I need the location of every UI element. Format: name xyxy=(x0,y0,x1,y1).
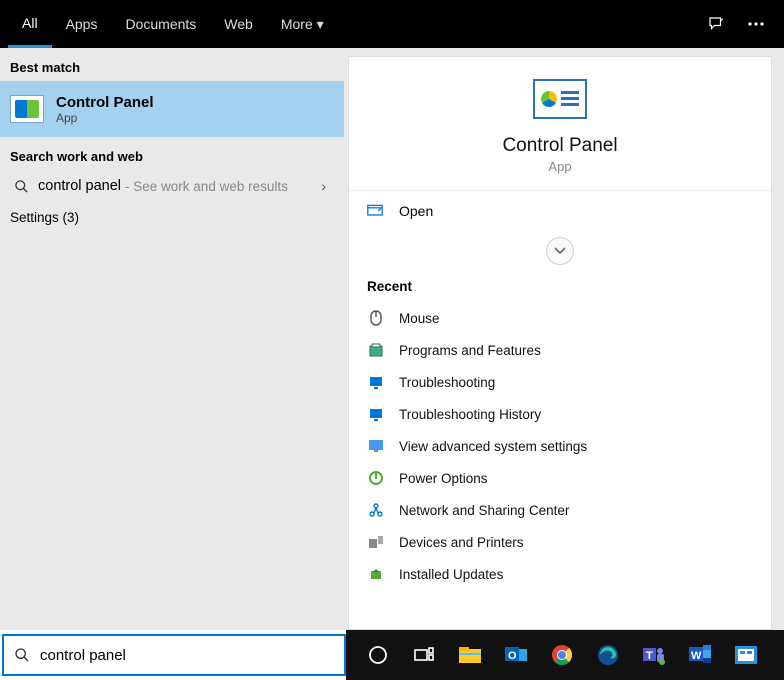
tab-more[interactable]: More ▾ xyxy=(267,0,338,48)
web-hint-text: - See work and web results xyxy=(125,179,288,194)
taskbar: O T W xyxy=(346,630,784,680)
recent-item[interactable]: Programs and Features xyxy=(349,334,771,366)
recent-label-text: Troubleshooting xyxy=(399,375,495,390)
outlook-icon[interactable]: O xyxy=(494,635,538,675)
recent-item[interactable]: Network and Sharing Center xyxy=(349,494,771,526)
results-panel: Best match Control Panel App Search work… xyxy=(0,48,344,630)
tab-web[interactable]: Web xyxy=(210,0,267,48)
edge-icon[interactable] xyxy=(586,635,630,675)
best-match-heading: Best match xyxy=(0,48,344,81)
search-icon xyxy=(10,179,32,194)
recent-item[interactable]: Troubleshooting History xyxy=(349,398,771,430)
web-query-text: control panel xyxy=(38,178,121,194)
control-panel-icon xyxy=(10,95,44,123)
recent-heading: Recent xyxy=(349,275,771,302)
best-match-result[interactable]: Control Panel App xyxy=(0,81,344,137)
troubleshoot-history-icon xyxy=(367,405,385,423)
preview-title: Control Panel xyxy=(502,135,617,157)
open-icon xyxy=(367,204,387,218)
svg-text:W: W xyxy=(691,650,702,662)
search-web-heading: Search work and web xyxy=(0,137,344,170)
recent-item[interactable]: Installed Updates xyxy=(349,558,771,590)
recent-item[interactable]: View advanced system settings xyxy=(349,430,771,462)
file-explorer-icon[interactable] xyxy=(448,635,492,675)
chrome-icon[interactable] xyxy=(540,635,584,675)
devices-icon xyxy=(367,533,385,551)
tab-documents[interactable]: Documents xyxy=(111,0,210,48)
web-search-result[interactable]: control panel - See work and web results… xyxy=(0,170,344,202)
tab-all[interactable]: All xyxy=(8,0,52,48)
power-icon xyxy=(367,469,385,487)
mouse-icon xyxy=(367,309,385,327)
recent-label-text: Installed Updates xyxy=(399,567,503,582)
programs-icon xyxy=(367,341,385,359)
chevron-right-icon: › xyxy=(321,178,334,194)
monitor-icon xyxy=(367,437,385,455)
chevron-down-icon: ▾ xyxy=(317,16,324,33)
search-input[interactable] xyxy=(40,647,334,664)
recent-label-text: Network and Sharing Center xyxy=(399,503,569,518)
task-view-icon[interactable] xyxy=(402,635,446,675)
control-panel-large-icon xyxy=(533,79,587,119)
recent-label-text: Programs and Features xyxy=(399,343,541,358)
app-icon[interactable] xyxy=(724,635,768,675)
network-icon xyxy=(367,501,385,519)
recent-item[interactable]: Troubleshooting xyxy=(349,366,771,398)
search-box[interactable] xyxy=(2,634,346,676)
open-label: Open xyxy=(399,203,433,219)
feedback-icon[interactable] xyxy=(696,0,736,48)
recent-label-text: Devices and Printers xyxy=(399,535,524,550)
preview-subtitle: App xyxy=(548,159,571,174)
recent-label-text: Troubleshooting History xyxy=(399,407,541,422)
open-action[interactable]: Open xyxy=(349,191,771,231)
word-icon[interactable]: W xyxy=(678,635,722,675)
recent-item[interactable]: Mouse xyxy=(349,302,771,334)
preview-panel: Control Panel App Open Recent Mouse Prog… xyxy=(348,56,772,630)
tab-more-label: More xyxy=(281,16,313,32)
search-icon xyxy=(14,647,30,663)
recent-label-text: Power Options xyxy=(399,471,488,486)
svg-text:T: T xyxy=(646,650,653,662)
troubleshoot-icon xyxy=(367,373,385,391)
svg-text:O: O xyxy=(508,650,517,662)
recent-item[interactable]: Devices and Printers xyxy=(349,526,771,558)
result-title: Control Panel xyxy=(56,94,154,111)
settings-heading[interactable]: Settings (3) xyxy=(0,202,344,233)
tab-apps[interactable]: Apps xyxy=(52,0,112,48)
result-subtitle: App xyxy=(56,111,154,125)
updates-icon xyxy=(367,565,385,583)
more-options-icon[interactable] xyxy=(736,0,776,48)
recent-label-text: Mouse xyxy=(399,311,440,326)
expand-button[interactable] xyxy=(546,237,574,265)
recent-item[interactable]: Power Options xyxy=(349,462,771,494)
search-scope-tabs: All Apps Documents Web More ▾ xyxy=(0,0,784,48)
recent-label-text: View advanced system settings xyxy=(399,439,587,454)
cortana-icon[interactable] xyxy=(356,635,400,675)
recent-list: Mouse Programs and Features Troubleshoot… xyxy=(349,302,771,590)
teams-icon[interactable]: T xyxy=(632,635,676,675)
